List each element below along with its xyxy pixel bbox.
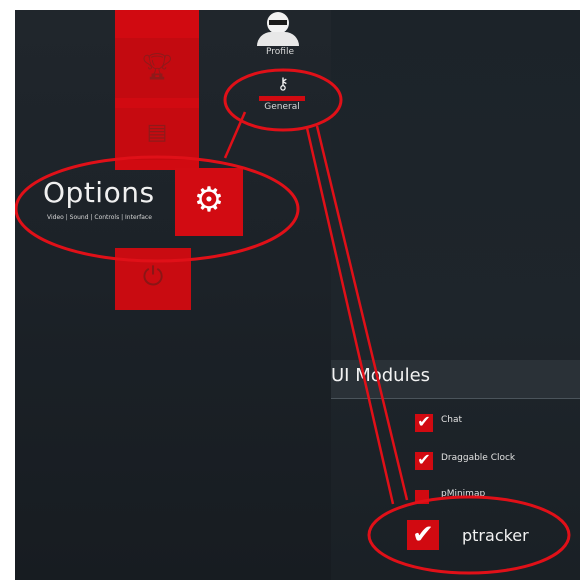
connector-line xyxy=(305,127,395,505)
app-window: 🏆︎ ▤ Profile ⚷ General Options Video | S… xyxy=(15,10,580,580)
options-highlight-ellipse xyxy=(15,155,300,263)
annotation-overlay xyxy=(15,68,571,575)
ptracker-highlight-ellipse xyxy=(367,495,571,575)
connector-line xyxy=(315,125,409,501)
connector-line xyxy=(223,111,247,159)
